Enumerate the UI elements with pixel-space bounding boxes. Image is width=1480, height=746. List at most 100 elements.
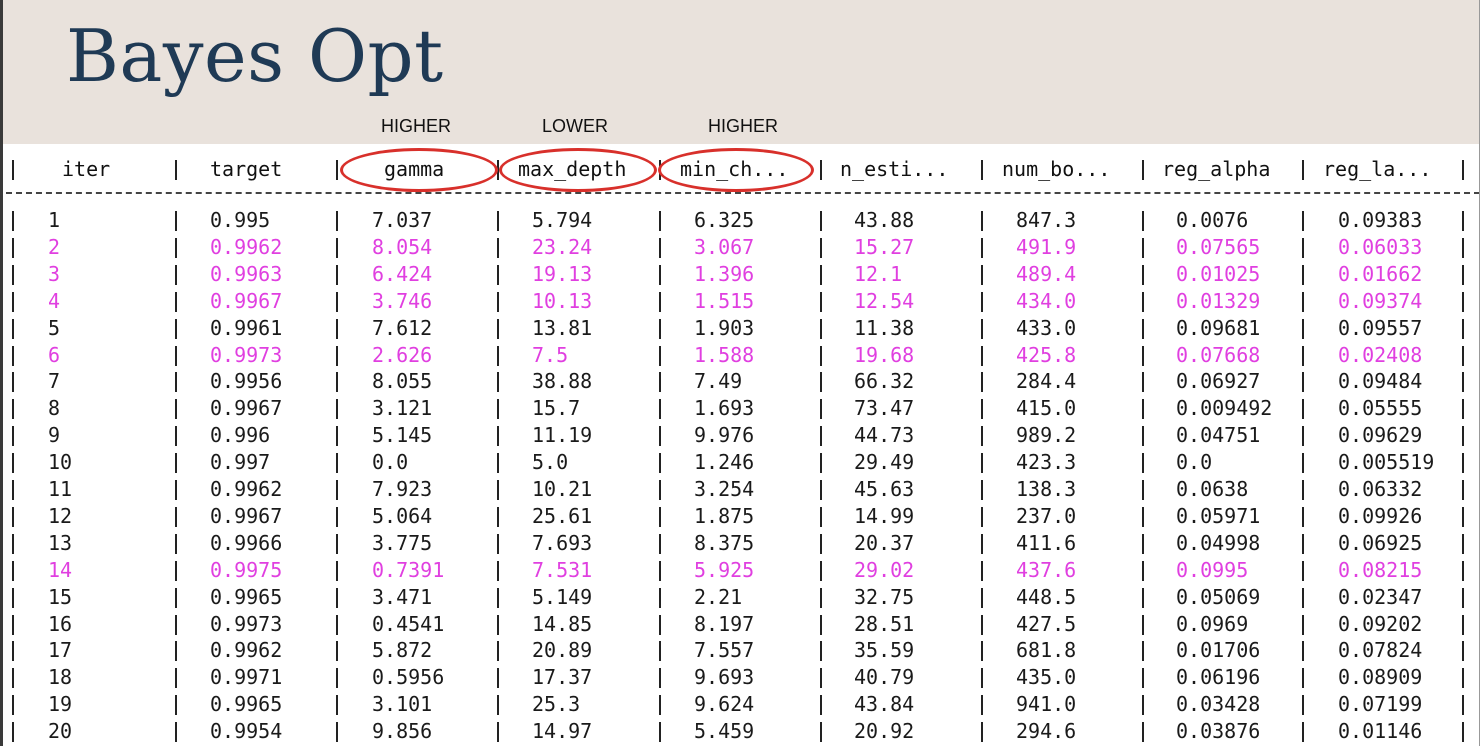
- column-separator: [12, 533, 14, 554]
- table-cell-min-ch: 3.254: [694, 477, 755, 501]
- column-separator: [659, 614, 661, 635]
- column-separator: [820, 560, 822, 581]
- column-separator: [336, 372, 338, 393]
- column-separator: [820, 318, 822, 339]
- column-header: iter: [62, 157, 111, 181]
- table-row: 8 0.9967 3.121 15.7 1.693 73.47 415.0 0.009492 0…: [0, 395, 1480, 422]
- table-row: 11 0.9962 7.923 10.21 3.254 45.63 138.3 0.0638 0…: [0, 476, 1480, 503]
- table-row: 9 0.996 5.145 11.19 9.976 44.73 989.2 0.04751 0.…: [0, 422, 1480, 449]
- column-separator: [981, 291, 983, 312]
- min-child-highlight-circle: [658, 148, 814, 192]
- column-separator: [175, 453, 177, 474]
- column-separator: [497, 399, 499, 420]
- table-cell-max-depth: 19.13: [532, 261, 593, 286]
- column-separator: [1462, 506, 1464, 527]
- table-cell-num-bo: 294.6: [1016, 719, 1077, 744]
- table-cell-num-bo: 138.3: [1016, 477, 1077, 501]
- table-cell-reg-alpha: 0.03428: [1176, 692, 1261, 717]
- table-cell-min-ch: 1.515: [694, 288, 755, 313]
- column-header: num_bo...: [1002, 157, 1111, 181]
- column-separator: [336, 399, 338, 420]
- table-row: 14 0.9975 0.7391 7.531 5.925 29.02 437.6 0.0995…: [0, 557, 1480, 584]
- table-row: 17 0.9962 5.872 20.89 7.557 35.59 681.8 0.01706…: [0, 637, 1480, 664]
- table-cell-reg-alpha: 0.01025: [1176, 261, 1261, 286]
- table-cell-reg-la: 0.09926: [1338, 503, 1423, 528]
- column-separator: [1462, 480, 1464, 500]
- table-row: 5 0.9961 7.612 13.81 1.903 11.38 433.0 0.09681 0…: [0, 315, 1480, 342]
- column-separator: [175, 480, 177, 500]
- column-separator: [1302, 399, 1304, 420]
- table-cell-n-esti: 29.02: [854, 557, 915, 582]
- table-row: 10 0.997 0.0 5.0 1.246 29.49 423.3 0.0 0.005519: [0, 449, 1480, 476]
- column-separator: [820, 160, 822, 180]
- table-cell-reg-la: 0.01662: [1338, 261, 1423, 286]
- column-separator: [497, 506, 499, 527]
- column-separator: [820, 668, 822, 689]
- column-separator: [820, 722, 822, 743]
- column-separator: [1302, 722, 1304, 743]
- table-cell-gamma: 9.856: [372, 719, 433, 744]
- table-cell-n-esti: 35.59: [854, 638, 915, 663]
- column-separator: [336, 533, 338, 554]
- column-separator: [175, 345, 177, 366]
- column-separator: [175, 587, 177, 608]
- column-separator: [336, 668, 338, 689]
- column-separator: [659, 480, 661, 500]
- column-separator: [1462, 695, 1464, 716]
- table-cell-reg-alpha: 0.04751: [1176, 423, 1261, 448]
- min-child-hint: HIGHER: [707, 116, 778, 136]
- column-separator: [1462, 533, 1464, 554]
- column-separator: [12, 506, 14, 527]
- column-separator: [12, 641, 14, 662]
- table-cell-num-bo: 433.0: [1016, 315, 1077, 340]
- table-cell-max-depth: 25.61: [532, 503, 593, 528]
- table-row: 13 0.9966 3.775 7.693 8.375 20.37 411.6 0.04998…: [0, 530, 1480, 557]
- column-separator: [1462, 372, 1464, 393]
- column-separator: [981, 453, 983, 474]
- column-separator: [1462, 560, 1464, 581]
- column-separator: [336, 160, 338, 180]
- column-separator: [336, 426, 338, 447]
- column-separator: [1462, 345, 1464, 366]
- column-separator: [1302, 211, 1304, 231]
- column-separator: [175, 533, 177, 554]
- table-cell-reg-alpha: 0.0638: [1176, 477, 1249, 501]
- max-depth-highlight-circle: [499, 148, 657, 192]
- column-separator: [981, 345, 983, 366]
- column-separator: [1462, 426, 1464, 447]
- table-cell-num-bo: 411.6: [1016, 530, 1077, 555]
- column-separator: [1302, 533, 1304, 554]
- column-separator: [1302, 614, 1304, 635]
- table-cell-n-esti: 28.51: [854, 611, 915, 636]
- table-cell-num-bo: 423.3: [1016, 450, 1077, 475]
- table-cell-num-bo: 941.0: [1016, 692, 1077, 717]
- column-separator: [981, 264, 983, 285]
- table-cell-num-bo: 681.8: [1016, 638, 1077, 663]
- column-separator: [1302, 668, 1304, 689]
- column-separator: [175, 614, 177, 635]
- column-separator: [659, 237, 661, 258]
- table-cell-reg-la: 0.08909: [1338, 665, 1423, 690]
- table-cell-n-esti: 12.54: [854, 288, 915, 313]
- table-cell-n-esti: 44.73: [854, 423, 915, 448]
- column-separator: [175, 641, 177, 662]
- table-cell-reg-alpha: 0.0076: [1176, 208, 1249, 232]
- table-cell-num-bo: 989.2: [1016, 423, 1077, 448]
- column-separator: [1462, 160, 1464, 180]
- table-row: 2 0.9962 8.054 23.24 3.067 15.27 491.9 0.07565 0…: [0, 234, 1480, 261]
- column-separator: [1462, 291, 1464, 312]
- table-cell-reg-alpha: 0.06927: [1176, 369, 1261, 394]
- column-separator: [1142, 533, 1144, 554]
- table-cell-n-esti: 45.63: [854, 477, 915, 501]
- column-separator: [659, 211, 661, 231]
- column-separator: [175, 560, 177, 581]
- column-separator: [1142, 668, 1144, 689]
- column-separator: [820, 614, 822, 635]
- table-cell-iter: 17: [48, 638, 73, 663]
- column-separator: [820, 345, 822, 366]
- table-cell-target: 0.9967: [210, 503, 283, 528]
- column-separator: [175, 264, 177, 285]
- column-separator: [336, 506, 338, 527]
- table-cell-num-bo: 425.8: [1016, 342, 1077, 367]
- table-cell-n-esti: 43.88: [854, 208, 915, 232]
